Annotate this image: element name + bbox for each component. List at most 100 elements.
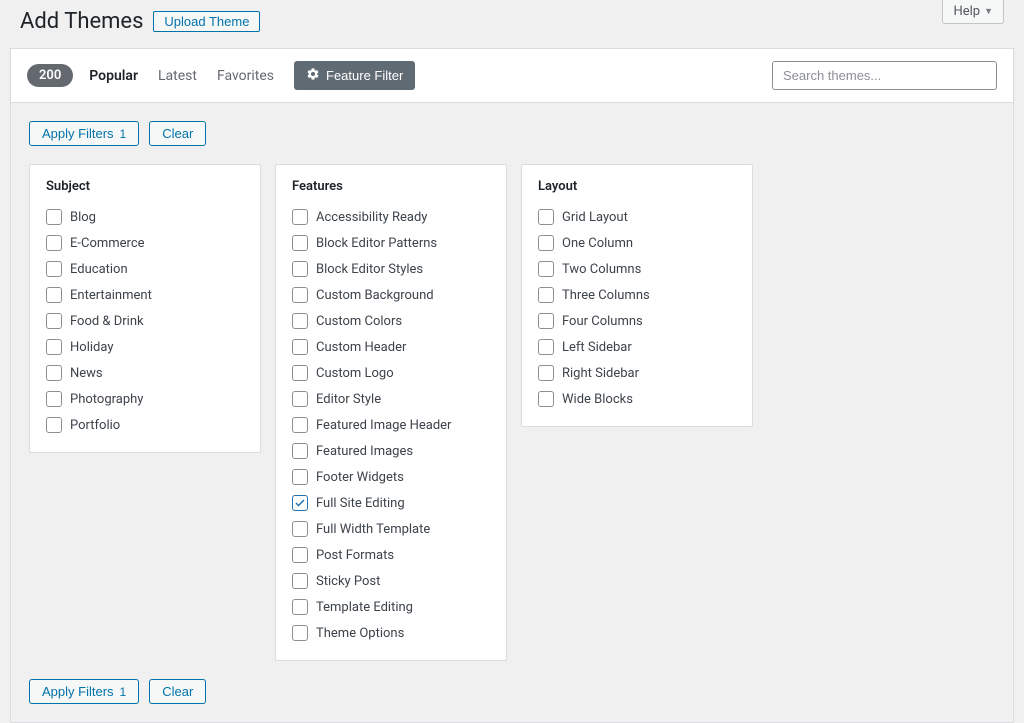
filter-checkbox-label: Holiday xyxy=(70,340,113,355)
tab-favorites[interactable]: Favorites xyxy=(217,68,274,84)
filter-checkbox-row[interactable]: Editor Style xyxy=(292,386,490,412)
filter-checkbox-row[interactable]: Theme Options xyxy=(292,620,490,646)
filter-checkbox-label: Left Sidebar xyxy=(562,340,632,355)
filter-checkbox-label: Three Columns xyxy=(562,288,650,303)
upload-theme-button[interactable]: Upload Theme xyxy=(153,11,260,32)
checkbox-icon xyxy=(292,235,308,251)
filter-checkbox-label: Theme Options xyxy=(316,626,404,641)
checkbox-icon xyxy=(292,573,308,589)
checkbox-icon xyxy=(292,495,308,511)
filter-checkbox-row[interactable]: Full Width Template xyxy=(292,516,490,542)
filter-checkbox-label: Accessibility Ready xyxy=(316,210,427,225)
filter-checkbox-label: Two Columns xyxy=(562,262,641,277)
filter-checkbox-label: Block Editor Styles xyxy=(316,262,423,277)
apply-filters-button-top[interactable]: Apply Filters 1 xyxy=(29,121,139,146)
filter-checkbox-label: Portfolio xyxy=(70,418,120,433)
filter-checkbox-row[interactable]: Food & Drink xyxy=(46,308,244,334)
filter-checkbox-row[interactable]: Education xyxy=(46,256,244,282)
filter-checkbox-label: Wide Blocks xyxy=(562,392,633,407)
filter-checkbox-row[interactable]: Photography xyxy=(46,386,244,412)
filter-checkbox-row[interactable]: Post Formats xyxy=(292,542,490,568)
filter-checkbox-label: Grid Layout xyxy=(562,210,628,225)
filter-checkbox-row[interactable]: Right Sidebar xyxy=(538,360,736,386)
filter-checkbox-label: One Column xyxy=(562,236,633,251)
filter-checkbox-row[interactable]: Blog xyxy=(46,204,244,230)
subject-list: Blog E-Commerce Education EntertainmentFood… xyxy=(46,204,244,438)
checkbox-icon xyxy=(292,339,308,355)
filter-checkbox-row[interactable]: Left Sidebar xyxy=(538,334,736,360)
filter-checkbox-row[interactable]: Custom Logo xyxy=(292,360,490,386)
filter-checkbox-label: Featured Image Header xyxy=(316,418,451,433)
checkbox-icon xyxy=(292,417,308,433)
filter-checkbox-row[interactable]: Full Site Editing xyxy=(292,490,490,516)
filter-checkbox-row[interactable]: Featured Image Header xyxy=(292,412,490,438)
search-input[interactable] xyxy=(772,61,997,90)
feature-filter-label: Feature Filter xyxy=(326,68,403,83)
checkbox-icon xyxy=(538,391,554,407)
filter-checkbox-label: Photography xyxy=(70,392,143,407)
apply-filters-label: Apply Filters xyxy=(42,126,114,141)
checkbox-icon xyxy=(292,261,308,277)
filter-checkbox-label: Full Width Template xyxy=(316,522,430,537)
filters-body: Apply Filters 1 Clear Subject BlogE-Comm… xyxy=(11,103,1013,722)
features-list: Accessibility Ready Block Editor Patterns… xyxy=(292,204,490,646)
filter-columns: Subject BlogE-CommerceEducationEntertain… xyxy=(29,164,995,661)
checkbox-icon xyxy=(292,209,308,225)
checkbox-icon xyxy=(538,261,554,277)
filter-checkbox-row[interactable]: Entertainment xyxy=(46,282,244,308)
filter-checkbox-label: Custom Logo xyxy=(316,366,394,381)
filter-checkbox-row[interactable]: Four Columns xyxy=(538,308,736,334)
filter-checkbox-row[interactable]: Wide Blocks xyxy=(538,386,736,412)
filter-checkbox-row[interactable]: Custom Background xyxy=(292,282,490,308)
filter-checkbox-label: News xyxy=(70,366,103,381)
gear-icon xyxy=(306,67,320,84)
checkbox-icon xyxy=(292,469,308,485)
filter-checkbox-row[interactable]: Holiday xyxy=(46,334,244,360)
filter-checkbox-row[interactable]: One Column xyxy=(538,230,736,256)
checkbox-icon xyxy=(538,365,554,381)
filter-checkbox-row[interactable]: Block Editor Patterns xyxy=(292,230,490,256)
filter-checkbox-row[interactable]: Custom Colors xyxy=(292,308,490,334)
filter-checkbox-row[interactable]: Portfolio xyxy=(46,412,244,438)
checkbox-icon xyxy=(46,287,62,303)
filter-checkbox-row[interactable]: E-Commerce xyxy=(46,230,244,256)
filter-checkbox-label: Four Columns xyxy=(562,314,643,329)
checkbox-icon xyxy=(46,339,62,355)
checkbox-icon xyxy=(538,235,554,251)
filter-checkbox-label: Full Site Editing xyxy=(316,496,405,511)
checkbox-icon xyxy=(46,391,62,407)
theme-count-badge: 200 xyxy=(27,64,73,87)
filter-checkbox-row[interactable]: Custom Header xyxy=(292,334,490,360)
apply-filters-count: 1 xyxy=(120,685,127,699)
feature-filter-button[interactable]: Feature Filter xyxy=(294,61,415,90)
checkbox-icon xyxy=(46,261,62,277)
apply-filters-button-bottom[interactable]: Apply Filters 1 xyxy=(29,679,139,704)
filter-checkbox-row[interactable]: Featured Images xyxy=(292,438,490,464)
content-wrap: 200 Popular Latest Favorites Feature Fil… xyxy=(10,48,1014,723)
clear-button-bottom[interactable]: Clear xyxy=(149,679,206,704)
filter-checkbox-row[interactable]: Template Editing xyxy=(292,594,490,620)
tab-latest[interactable]: Latest xyxy=(158,68,197,84)
filter-checkbox-label: E-Commerce xyxy=(70,236,145,251)
tab-popular[interactable]: Popular xyxy=(89,68,138,84)
filter-checkbox-row[interactable]: Three Columns xyxy=(538,282,736,308)
filter-checkbox-label: Education xyxy=(70,262,128,277)
filter-checkbox-row[interactable]: Accessibility Ready xyxy=(292,204,490,230)
filter-buttons-top: Apply Filters 1 Clear xyxy=(29,121,995,146)
chevron-down-icon: ▼ xyxy=(984,6,993,17)
filter-checkbox-label: Block Editor Patterns xyxy=(316,236,437,251)
filter-checkbox-row[interactable]: Footer Widgets xyxy=(292,464,490,490)
checkbox-icon xyxy=(292,625,308,641)
help-tab[interactable]: Help ▼ xyxy=(942,0,1004,24)
apply-filters-count: 1 xyxy=(120,127,127,141)
filter-checkbox-row[interactable]: Grid Layout xyxy=(538,204,736,230)
apply-filters-label: Apply Filters xyxy=(42,684,114,699)
filter-checkbox-row[interactable]: Sticky Post xyxy=(292,568,490,594)
checkbox-icon xyxy=(46,417,62,433)
checkbox-icon xyxy=(538,209,554,225)
filter-checkbox-row[interactable]: Two Columns xyxy=(538,256,736,282)
filter-checkbox-row[interactable]: News xyxy=(46,360,244,386)
clear-button-top[interactable]: Clear xyxy=(149,121,206,146)
checkbox-icon xyxy=(46,235,62,251)
filter-checkbox-row[interactable]: Block Editor Styles xyxy=(292,256,490,282)
